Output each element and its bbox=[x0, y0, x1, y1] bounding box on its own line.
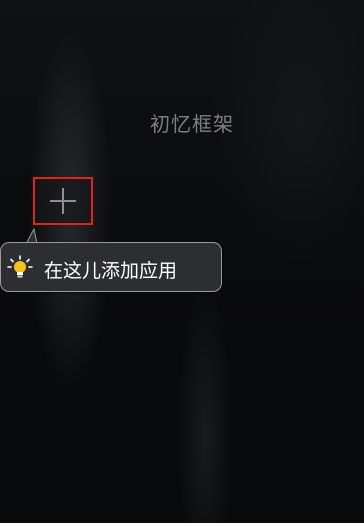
app-title: 初忆框架 bbox=[150, 112, 234, 136]
plus-icon bbox=[50, 188, 76, 214]
add-app-button[interactable] bbox=[33, 177, 93, 225]
tooltip-text: 在这儿添加应用 bbox=[44, 260, 178, 282]
home-screen: 初忆框架 在这儿添加应用 bbox=[0, 0, 364, 523]
hint-tooltip: 在这儿添加应用 bbox=[0, 242, 222, 292]
lightbulb-icon bbox=[7, 255, 33, 278]
